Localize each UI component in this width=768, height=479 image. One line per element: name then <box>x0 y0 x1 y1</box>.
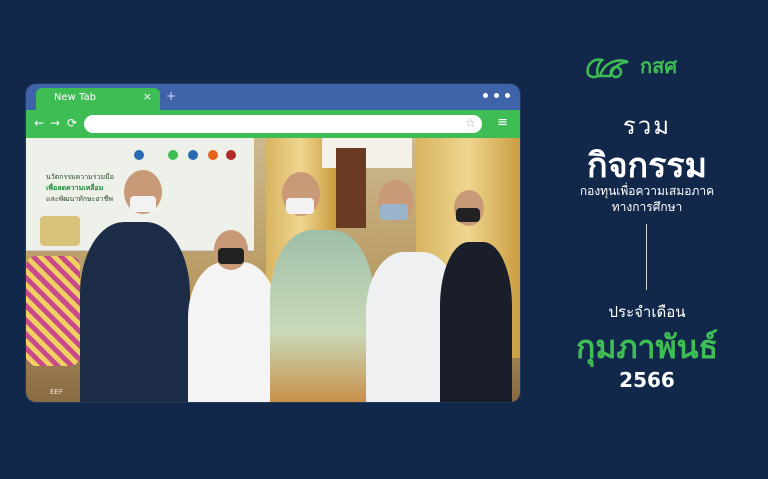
dot <box>494 93 499 98</box>
person-suit-left <box>80 222 190 402</box>
corner-watermark: EEF <box>50 388 63 396</box>
person-silk-shirt <box>270 230 374 402</box>
browser-toolbar: ← → ⟳ ☆ ≡ <box>26 110 520 138</box>
menu-icon[interactable]: ≡ <box>497 115 508 130</box>
vertical-divider <box>646 224 647 290</box>
dot <box>483 93 488 98</box>
partner-logo <box>188 150 198 160</box>
tab-label: New Tab <box>54 92 96 103</box>
window-menu-icon[interactable] <box>483 93 510 98</box>
brand-logo: กสศ <box>584 50 677 82</box>
face-mask <box>380 204 408 220</box>
partner-logo <box>226 150 236 160</box>
partner-logo <box>208 150 218 160</box>
new-tab-icon[interactable]: + <box>166 89 176 103</box>
doorway <box>336 148 366 228</box>
person-student <box>188 262 278 402</box>
partner-logo <box>168 150 178 160</box>
period-month: กุมภาพันธ์ <box>575 328 719 366</box>
face-mask <box>130 196 156 212</box>
patterned-bag <box>26 256 80 366</box>
face-mask <box>218 248 244 264</box>
subtitle-line: ทางการศึกษา <box>611 200 683 214</box>
browser-window: New Tab × + ← → ⟳ ☆ ≡ นวัตกรรมความร่วมมื… <box>26 84 520 402</box>
elephant-poster <box>40 216 80 246</box>
browser-tab[interactable]: New Tab × <box>36 88 160 110</box>
address-bar[interactable]: ☆ <box>84 115 482 133</box>
face-mask <box>456 208 480 222</box>
forward-icon[interactable]: → <box>50 116 60 130</box>
subtitle-line: กองทุนเพื่อความเสมอภาค <box>579 184 715 198</box>
close-icon[interactable]: × <box>143 90 152 103</box>
eef-leaf-icon <box>586 58 629 79</box>
bookmark-star-icon[interactable]: ☆ <box>465 116 476 130</box>
event-photo: นวัตกรรมความร่วมมือ เพื่อลดความเหลื่อม แ… <box>26 138 520 402</box>
dot <box>505 93 510 98</box>
period-label: ประจำเดือน <box>608 303 686 321</box>
brand-name: กสศ <box>640 54 678 78</box>
person-suit-right <box>440 242 512 402</box>
headline-subtitle: กองทุนเพื่อความเสมอภาค ทางการศึกษา <box>546 183 748 215</box>
reload-icon[interactable]: ⟳ <box>67 116 77 130</box>
back-icon[interactable]: ← <box>34 116 44 130</box>
face-mask <box>286 198 314 214</box>
period-year: 2566 <box>619 368 675 392</box>
browser-titlebar: New Tab × + <box>26 84 520 110</box>
partner-logo <box>134 150 144 160</box>
